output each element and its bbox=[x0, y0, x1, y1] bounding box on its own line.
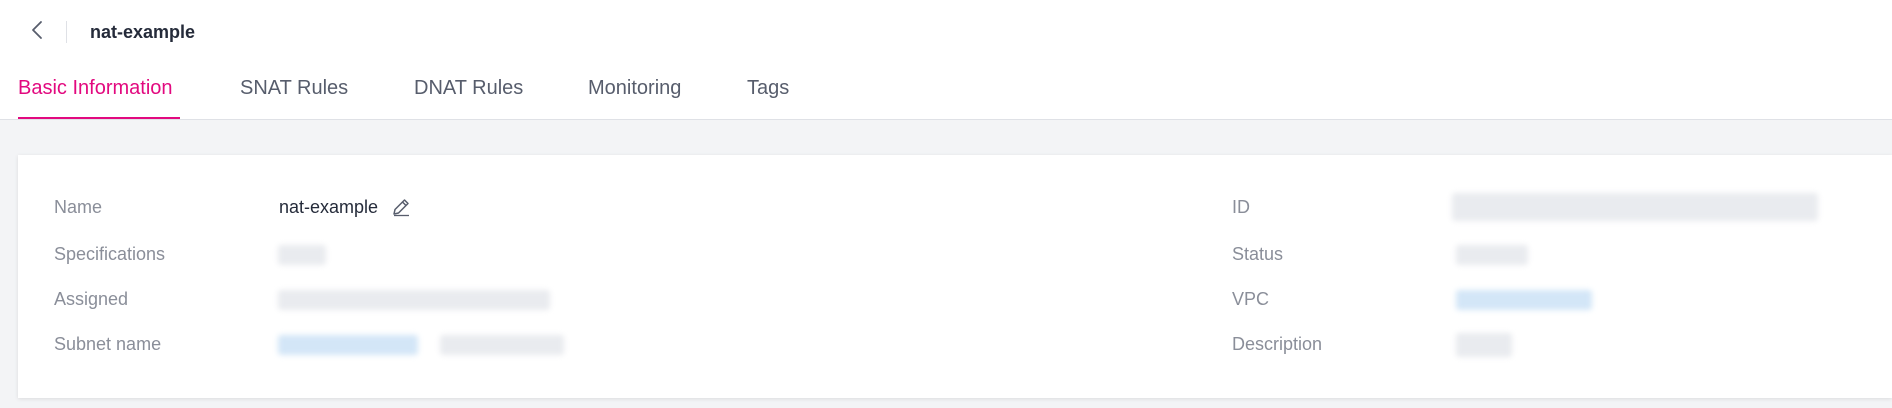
assigned-value-redacted bbox=[278, 290, 550, 310]
specifications-label: Specifications bbox=[54, 244, 166, 264]
tab-bar: Basic Information SNAT Rules DNAT Rules … bbox=[0, 64, 1892, 120]
status-value-redacted bbox=[1456, 245, 1528, 265]
description-label: Description bbox=[1232, 334, 1323, 354]
tab-basic-information[interactable]: Basic Information bbox=[18, 77, 173, 117]
basic-information-card bbox=[18, 155, 1892, 398]
assigned-label: Assigned bbox=[54, 289, 129, 309]
edit-name-button[interactable] bbox=[390, 196, 412, 218]
vpc-link-redacted[interactable] bbox=[1456, 290, 1592, 310]
id-value-redacted bbox=[1452, 193, 1818, 221]
id-label: ID bbox=[1232, 197, 1250, 217]
tab-tags[interactable]: Tags bbox=[747, 77, 789, 117]
status-label: Status bbox=[1232, 244, 1284, 264]
subnet-cidr-redacted bbox=[440, 335, 564, 355]
vpc-label: VPC bbox=[1232, 289, 1270, 309]
tab-dnat-rules[interactable]: DNAT Rules bbox=[414, 77, 523, 117]
header-divider bbox=[66, 21, 67, 43]
active-tab-indicator bbox=[18, 117, 180, 119]
subnet-link-redacted[interactable] bbox=[278, 335, 418, 355]
chevron-left-icon bbox=[30, 20, 46, 45]
back-button[interactable] bbox=[24, 18, 52, 46]
name-value: nat-example bbox=[279, 197, 379, 217]
page-title: nat-example bbox=[90, 22, 196, 42]
description-value-redacted bbox=[1456, 333, 1512, 357]
subnet-name-label: Subnet name bbox=[54, 334, 162, 354]
nat-gateway-details-page: nat-example Basic Information SNAT Rules… bbox=[0, 0, 1892, 408]
specifications-value-redacted bbox=[278, 245, 326, 265]
tab-snat-rules[interactable]: SNAT Rules bbox=[240, 77, 348, 117]
pencil-icon bbox=[390, 199, 412, 222]
tab-monitoring[interactable]: Monitoring bbox=[588, 77, 681, 117]
page-header: nat-example bbox=[0, 0, 1892, 64]
name-label: Name bbox=[54, 197, 103, 217]
